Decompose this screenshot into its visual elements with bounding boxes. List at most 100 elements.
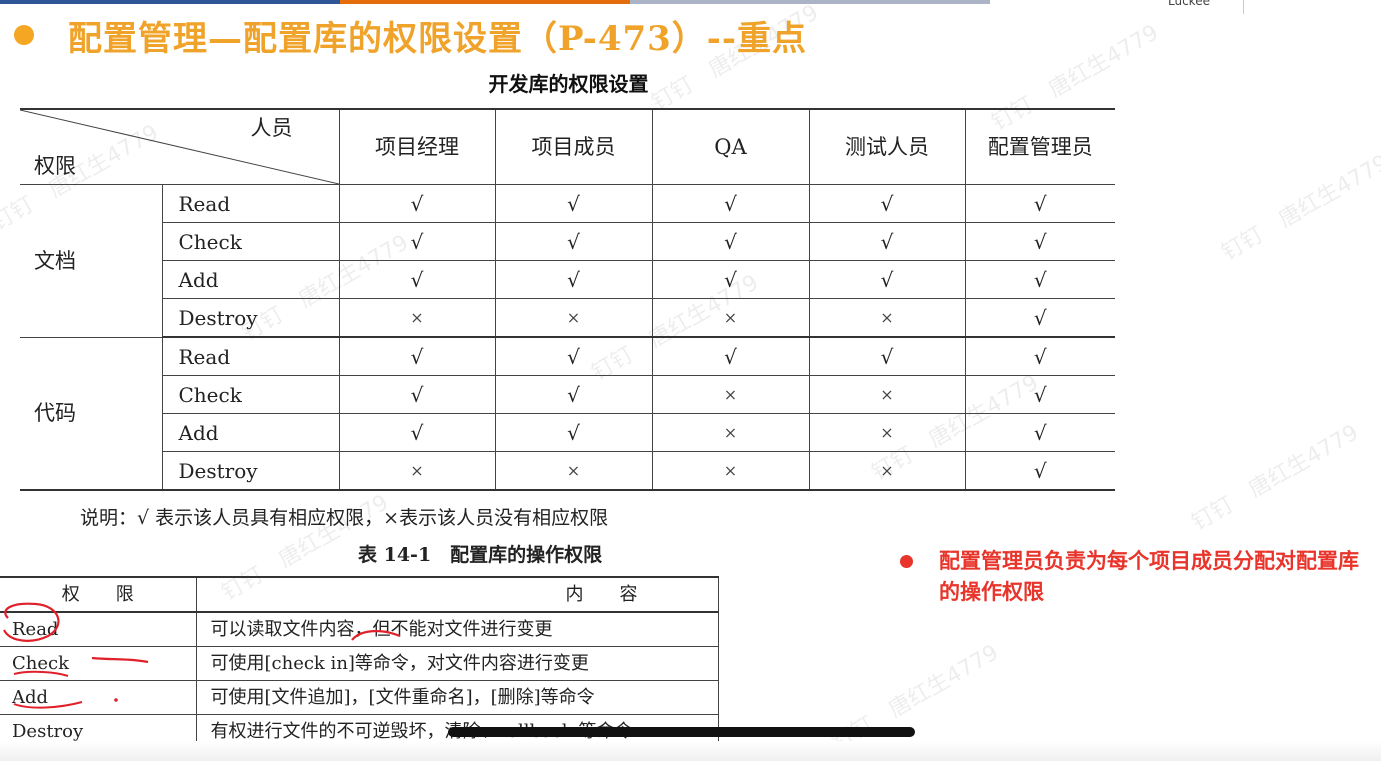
header-permission-label: 权限 [34,154,76,178]
slide-title: 配置管理—配置库的权限设置（P-473）--重点 [68,18,808,59]
permission-mark: √ [494,260,653,299]
operation-cell: Read [161,336,340,376]
permission-mark: √ [338,375,496,414]
permission-mark: √ [964,184,1115,223]
bullet-dot-icon [900,555,913,568]
operation-cell: Add [161,260,340,299]
permission-mark: √ [494,375,653,414]
top-accent-bar [0,0,990,4]
column-header: 项目经理 [338,108,496,185]
table-row: Add √ √ × × √ [20,413,1115,452]
permission-mark: √ [964,336,1115,376]
content-cell: 可使用[check in]等命令，对文件内容进行变更 [195,646,719,681]
logo: Luckee [1168,0,1210,8]
header-staff-label: 人员 [250,116,293,140]
table-row: Read 可以读取文件内容，但不能对文件进行变更 [0,611,719,647]
column-header: QA [651,108,810,185]
category-cell: 代码 [20,336,163,491]
permission-mark: √ [338,222,496,261]
permission-mark: × [651,413,810,452]
permission-mark: × [338,451,496,491]
permission-mark: × [808,413,966,452]
table1-note: 说明：√ 表示该人员具有相应权限，×表示该人员没有相应权限 [80,507,609,529]
diagonal-header-cell: 人员 权限 [20,108,340,185]
permission-mark: √ [964,298,1115,338]
permission-mark: × [338,298,496,338]
watermark: 钉钉 唐红生4779 [827,640,1003,756]
permission-mark: √ [494,222,653,261]
category-cell: 文档 [20,184,163,338]
operation-cell: Add [161,413,340,452]
permission-mark: √ [338,184,496,223]
table1-caption: 开发库的权限设置 [488,72,649,96]
content-cell: 可以读取文件内容，但不能对文件进行变更 [195,611,719,647]
operation-permission-table: 权 限 内 容 Read 可以读取文件内容，但不能对文件进行变更 Check 可… [0,576,719,748]
logo-divider [1243,0,1244,14]
table-row: Check √ √ √ √ √ [20,222,1115,261]
permission-mark: √ [651,222,810,261]
horizontal-scrollbar[interactable] [448,727,915,737]
column-header: 测试人员 [808,108,966,185]
column-header: 配置管理员 [964,108,1115,185]
column-header: 权 限 [0,576,197,613]
permission-mark: √ [808,184,966,223]
operation-cell: Check [161,222,340,261]
permission-mark: √ [494,413,653,452]
permission-mark: √ [964,413,1115,452]
table-row: Destroy × × × × √ [20,451,1115,491]
permission-mark: √ [494,336,653,376]
permission-mark: × [651,451,810,491]
table-row: Add 可使用[文件追加]，[文件重命名]，[删除]等命令 [0,680,719,715]
permission-mark: × [808,298,966,338]
table-row: 代码 Read √ √ √ √ √ [20,336,1115,491]
permission-mark: × [494,451,653,491]
permission-mark: √ [338,336,496,376]
table-row: Check √ √ × × √ [20,375,1115,414]
watermark: 钉钉 唐红生4779 [1217,150,1381,266]
permission-mark: √ [964,222,1115,261]
permission-mark: × [494,298,653,338]
column-header: 项目成员 [494,108,653,185]
operation-cell: Destroy [161,451,340,491]
permission-mark: √ [808,222,966,261]
bullet-text: 配置管理员负责为每个项目成员分配对配置库的操作权限 [939,549,1359,604]
operation-cell: Read [161,184,340,223]
column-header: 内 容 [195,576,719,613]
accent-segment-gray [630,0,990,4]
content-cell: 可使用[文件追加]，[文件重命名]，[删除]等命令 [195,680,719,715]
operation-cell: Destroy [161,298,340,338]
permission-mark: √ [338,413,496,452]
permission-mark: √ [808,336,966,376]
dev-library-permission-table: 人员 权限 项目经理 项目成员 QA 测试人员 配置管理员 文档 Read √ … [20,108,1115,491]
table-row: Check 可使用[check in]等命令，对文件内容进行变更 [0,646,719,681]
title-bullet-icon [14,25,34,45]
slide-title-row: 配置管理—配置库的权限设置（P-473）--重点 [14,10,807,60]
permission-mark: √ [651,184,810,223]
permission-cell: Add [0,680,197,715]
permission-mark: √ [964,260,1115,299]
permission-mark: × [808,375,966,414]
permission-mark: √ [808,260,966,299]
table2-caption: 表 14-1 配置库的操作权限 [358,544,603,566]
table-row: 文档 Read √ √ √ √ √ [20,184,1115,338]
permission-mark: √ [964,375,1115,414]
table-row: Add √ √ √ √ √ [20,260,1115,299]
permission-cell: Read [0,611,197,647]
accent-segment-blue [0,0,340,4]
permission-mark: √ [964,451,1115,491]
permission-mark: √ [651,260,810,299]
permission-mark: √ [651,336,810,376]
permission-mark: × [651,375,810,414]
operation-cell: Check [161,375,340,414]
permission-mark: √ [338,260,496,299]
accent-segment-orange [340,0,630,4]
table-header-row: 权 限 内 容 [0,576,719,613]
watermark: 钉钉 唐红生4779 [1187,420,1363,536]
permission-mark: × [808,451,966,491]
permission-cell: Check [0,646,197,681]
bottom-fade [0,741,1381,761]
table-row: Destroy × × × × √ [20,298,1115,338]
permission-mark: √ [494,184,653,223]
bullet-note: 配置管理员负责为每个项目成员分配对配置库的操作权限 [900,546,1379,608]
permission-mark: × [651,298,810,338]
